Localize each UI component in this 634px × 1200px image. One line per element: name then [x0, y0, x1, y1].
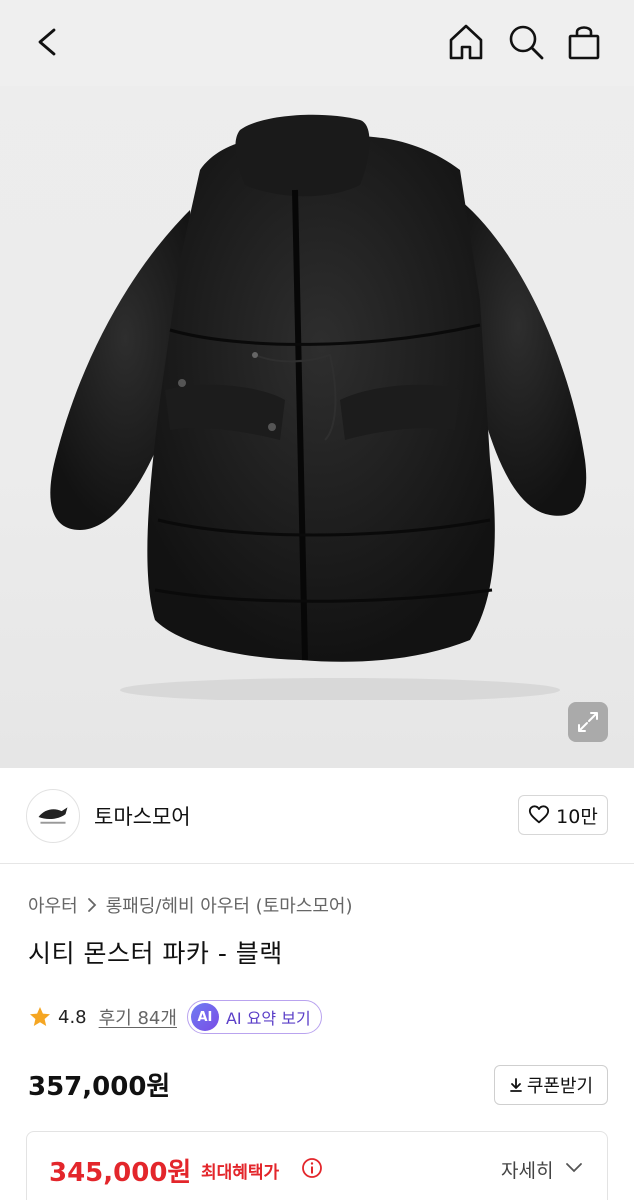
max-benefit-label: 최대혜택가 [201, 1163, 280, 1183]
brand-logo[interactable] [26, 789, 80, 843]
like-count: 10만 [556, 805, 598, 828]
search-button[interactable] [504, 20, 548, 64]
ai-icon: AI [190, 1003, 219, 1031]
home-button[interactable] [444, 20, 488, 64]
product-title: 시티 몬스터 파카 - 블랙 [28, 939, 283, 968]
download-icon [509, 1077, 523, 1093]
coupon-label: 쿠폰받기 [526, 1076, 594, 1097]
jacket-photo [40, 100, 600, 702]
search-icon [509, 25, 544, 60]
heart-icon [528, 804, 550, 826]
chevron-right-icon [86, 897, 98, 913]
info-icon[interactable] [301, 1157, 323, 1179]
expand-image-button[interactable] [568, 702, 608, 742]
reviews-link[interactable]: 후기 84개 [99, 1004, 177, 1030]
back-arrow-icon [38, 28, 56, 56]
chevron-down-icon[interactable] [565, 1160, 583, 1174]
product-price: 357,000원 [28, 1072, 171, 1102]
rating-value: 4.8 [58, 1006, 87, 1028]
brand-row: 토마스모어 10만 [0, 768, 634, 864]
breadcrumb-subcategory[interactable]: 롱패딩/헤비 아우터 (토마스모어) [106, 892, 353, 918]
ai-summary-button[interactable]: AI AI 요약 보기 [186, 1000, 322, 1034]
star-icon [28, 1005, 52, 1029]
rating-row: 4.8 후기 84개 AI AI 요약 보기 [28, 1000, 322, 1034]
breadcrumb: 아우터 롱패딩/헤비 아우터 (토마스모어) [28, 892, 353, 918]
shopping-bag-button[interactable] [562, 20, 606, 64]
max-benefit-box[interactable]: 345,000원 최대혜택가 자세히 [26, 1131, 608, 1200]
like-button[interactable]: 10만 [518, 795, 608, 835]
product-image[interactable] [0, 0, 634, 768]
coupon-button[interactable]: 쿠폰받기 [494, 1065, 608, 1105]
shopping-bag-icon [568, 26, 600, 60]
back-button[interactable] [28, 22, 68, 62]
top-navigation-bar [0, 0, 634, 86]
max-benefit-price: 345,000원 [49, 1158, 192, 1188]
expand-icon [578, 712, 598, 732]
breadcrumb-category[interactable]: 아우터 [28, 892, 78, 918]
home-icon [449, 24, 483, 60]
detail-link[interactable]: 자세히 [501, 1156, 553, 1183]
brand-name[interactable]: 토마스모어 [94, 801, 191, 831]
ai-summary-label: AI 요약 보기 [225, 1009, 311, 1028]
